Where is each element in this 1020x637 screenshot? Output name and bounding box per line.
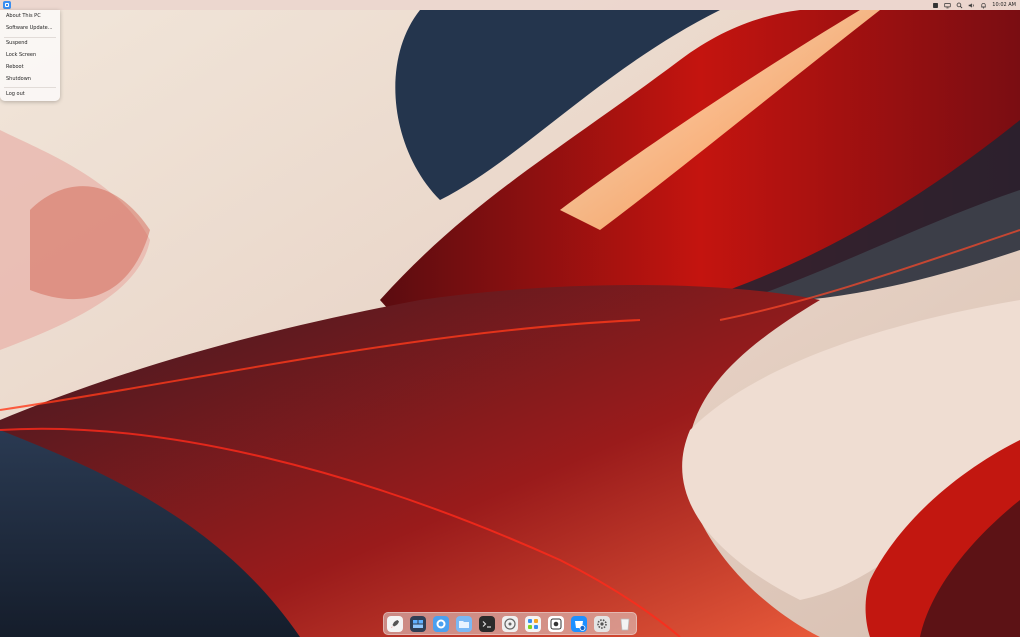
menu-item-about[interactable]: About This PC [6, 13, 41, 20]
app-indicator-icon[interactable] [932, 2, 939, 9]
monitor-icon[interactable] [944, 2, 951, 9]
dock [383, 612, 637, 635]
menu-item-reboot[interactable]: Reboot [6, 64, 24, 71]
file-manager-icon[interactable] [456, 616, 472, 632]
menu-item-suspend[interactable]: Suspend [6, 40, 28, 47]
software-center-icon[interactable] [571, 616, 587, 632]
system-menu-dropdown: About This PC Software Update... Suspend… [0, 10, 60, 101]
browser-icon[interactable] [433, 616, 449, 632]
desktop-wallpaper [0, 0, 1020, 637]
top-menu-bar: 10:02 AM [0, 0, 1020, 10]
menu-separator [4, 37, 56, 38]
system-logo-icon [5, 3, 9, 7]
settings-icon[interactable] [594, 616, 610, 632]
notification-bell-icon[interactable] [980, 2, 987, 9]
menu-item-shutdown[interactable]: Shutdown [6, 76, 31, 83]
menu-item-log-out[interactable]: Log out [6, 91, 25, 98]
system-monitor-icon[interactable] [502, 616, 518, 632]
terminal-icon[interactable] [479, 616, 495, 632]
menu-item-software-update[interactable]: Software Update... [6, 25, 53, 32]
launchpad-rocket-icon[interactable] [387, 616, 403, 632]
multitasking-view-icon[interactable] [410, 616, 426, 632]
volume-icon[interactable] [968, 2, 975, 9]
search-icon[interactable] [956, 2, 963, 9]
system-tray: 10:02 AM [932, 0, 1016, 10]
menu-item-lock-screen[interactable]: Lock Screen [6, 52, 36, 59]
menu-separator [4, 87, 56, 88]
screenshot-icon[interactable] [548, 616, 564, 632]
system-menu-button[interactable] [3, 1, 11, 9]
app-store-icon[interactable] [525, 616, 541, 632]
clock[interactable]: 10:02 AM [992, 0, 1016, 10]
trash-icon[interactable] [617, 616, 633, 632]
